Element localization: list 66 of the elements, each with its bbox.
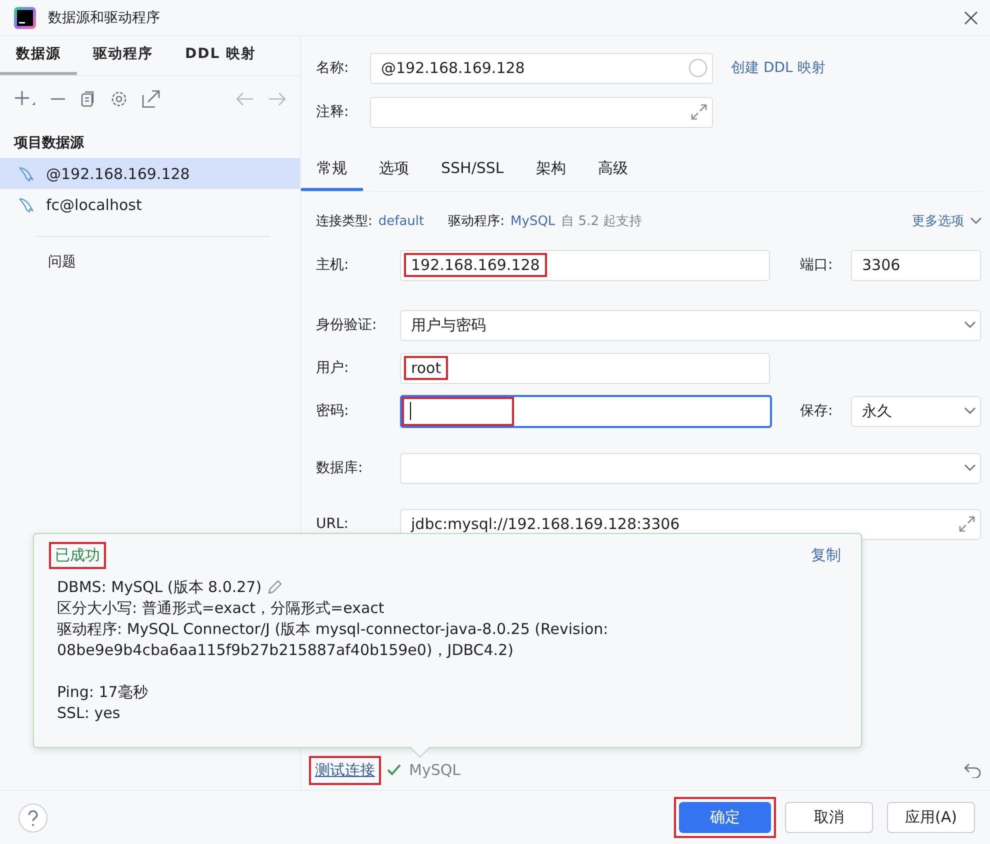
window-title: 数据源和驱动程序 xyxy=(48,8,161,26)
field-label: 密码: xyxy=(316,402,350,420)
result-line: 驱动程序: MySQL Connector/J (版本 mysql-connector-java-8.0.25 (Revision: 08be9e9b4cba6aa115f9b27b215887af40b159e0)，JDBC4.2) xyxy=(57,619,610,661)
chevron-down-icon xyxy=(970,217,982,225)
settings-tab[interactable]: SSH/SSL xyxy=(425,148,520,191)
field-label: URL: xyxy=(316,516,350,532)
copy-icon[interactable] xyxy=(80,91,96,107)
connection-type-link[interactable]: default xyxy=(378,214,424,228)
dialog-button[interactable]: 应用(A) xyxy=(887,802,975,833)
chevron-down-icon xyxy=(964,321,976,329)
field-label: 身份验证: xyxy=(316,316,378,334)
field-label: 注释: xyxy=(316,103,350,121)
open-external-icon[interactable] xyxy=(142,90,160,108)
name-field[interactable]: @192.168.169.128 xyxy=(370,52,713,84)
field-label: 主机: xyxy=(316,256,350,274)
undo-icon[interactable] xyxy=(964,762,982,778)
confirm-button[interactable]: 确定 xyxy=(679,802,771,833)
auth-select[interactable]: 用户与密码 xyxy=(400,310,981,340)
save-select[interactable]: 永久 xyxy=(851,396,981,426)
sidebar-tab[interactable]: 数据源 xyxy=(0,36,77,75)
sidebar-tab[interactable]: 驱动程序 xyxy=(77,36,169,75)
field-label: 数据库: xyxy=(316,459,364,477)
settings-tab[interactable]: 选项 xyxy=(363,148,425,191)
create-ddl-link[interactable]: 创建 DDL 映射 xyxy=(731,59,826,77)
settings-tab[interactable]: 高级 xyxy=(582,148,644,191)
section-heading: 项目数据源 xyxy=(12,134,86,153)
driver-name: MySQL xyxy=(409,761,461,779)
result-line: 区分大小写: 普通形式=exact，分隔形式=exact xyxy=(57,598,384,619)
close-icon[interactable] xyxy=(964,10,978,24)
success-status: 已成功 xyxy=(51,544,104,567)
result-line: SSL: yes xyxy=(57,703,122,724)
sidebar-tab[interactable]: DDL 映射 xyxy=(169,36,272,75)
copy-link[interactable]: 复制 xyxy=(811,546,841,565)
result-line: DBMS: MySQL (版本 8.0.27) xyxy=(57,577,262,598)
field-label: 保存: xyxy=(800,402,834,420)
driver-link[interactable]: MySQL xyxy=(510,214,556,228)
problems-item[interactable]: 问题 xyxy=(0,253,300,271)
datasource-item[interactable]: fc@localhost xyxy=(0,189,300,220)
host-field[interactable]: 192.168.169.128 xyxy=(400,250,770,280)
port-field[interactable]: 3306 xyxy=(851,250,981,280)
comment-field[interactable] xyxy=(370,96,713,128)
settings-tab[interactable]: 架构 xyxy=(520,148,582,191)
password-field[interactable] xyxy=(400,394,772,428)
dolphin-icon xyxy=(18,196,36,212)
settings-tab[interactable]: 常规 xyxy=(301,148,363,191)
driver-note: 自 5.2 起支持 xyxy=(561,213,642,230)
expand-icon[interactable] xyxy=(690,103,708,121)
test-connection-link[interactable]: 测试连接 xyxy=(311,758,379,782)
settings-icon[interactable] xyxy=(110,90,128,108)
help-icon[interactable] xyxy=(18,802,48,832)
field-label: 用户: xyxy=(316,359,350,377)
user-field[interactable]: root xyxy=(400,352,770,384)
dialog-button[interactable]: 取消 xyxy=(785,802,873,833)
driver-label: 驱动程序: xyxy=(448,213,505,230)
dolphin-icon xyxy=(18,166,36,182)
chevron-down-icon xyxy=(964,407,976,415)
field-label: 端口: xyxy=(800,256,834,274)
expand-icon[interactable] xyxy=(958,515,976,533)
datasource-item[interactable]: @192.168.169.128 xyxy=(0,158,300,189)
pencil-icon[interactable] xyxy=(266,580,282,596)
field-label: 名称: xyxy=(316,59,350,77)
result-line: Ping: 17毫秒 xyxy=(57,682,149,703)
chevron-down-icon xyxy=(964,464,976,472)
more-options-link[interactable]: 更多选项 xyxy=(912,212,964,230)
app-logo-icon xyxy=(14,6,36,28)
connection-type-label: 连接类型: xyxy=(316,213,372,230)
